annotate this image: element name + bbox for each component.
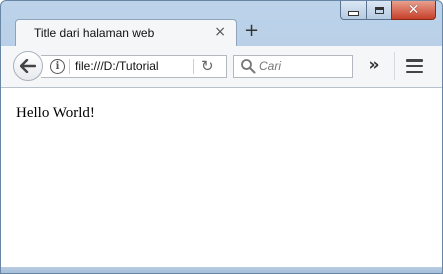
- reload-icon[interactable]: ↻: [201, 57, 214, 75]
- url-divider-right: [193, 59, 194, 74]
- url-divider: [69, 59, 70, 74]
- window-controls: ✕: [340, 1, 436, 21]
- window-bottom-frame: [1, 267, 442, 273]
- hamburger-menu-icon[interactable]: [406, 59, 423, 73]
- url-text[interactable]: file:///D:/Tutorial: [75, 59, 159, 73]
- menu-line: [406, 64, 423, 68]
- close-icon: ✕: [407, 2, 420, 18]
- navigation-toolbar: i file:///D:/Tutorial ↻ Cari »: [1, 46, 442, 88]
- menu-line: [406, 70, 423, 73]
- minimize-icon: [348, 11, 359, 16]
- menu-line: [406, 59, 423, 62]
- minimize-button[interactable]: [340, 1, 366, 20]
- toolbar-divider: [394, 52, 395, 80]
- toolbar-overflow-button[interactable]: »: [363, 55, 385, 77]
- back-button[interactable]: [13, 51, 43, 81]
- tab-active[interactable]: Title dari halaman web ×: [15, 19, 237, 47]
- new-tab-button[interactable]: +: [244, 21, 259, 41]
- maximize-icon: [374, 6, 384, 14]
- tab-close-icon[interactable]: ×: [214, 24, 226, 40]
- back-arrow-icon: [20, 59, 36, 73]
- tab-title: Title dari halaman web: [34, 26, 155, 40]
- browser-window: ✕ Title dari halaman web × + i file:///D…: [0, 0, 443, 274]
- search-icon: [241, 59, 256, 74]
- maximize-button[interactable]: [366, 1, 391, 20]
- page-content: Hello World!: [1, 88, 442, 268]
- search-placeholder: Cari: [259, 59, 282, 73]
- search-bar[interactable]: Cari: [233, 55, 353, 78]
- info-icon[interactable]: i: [50, 59, 65, 74]
- close-window-button[interactable]: ✕: [391, 1, 436, 20]
- page-body-text: Hello World!: [16, 105, 95, 121]
- url-bar[interactable]: i file:///D:/Tutorial ↻: [41, 55, 227, 78]
